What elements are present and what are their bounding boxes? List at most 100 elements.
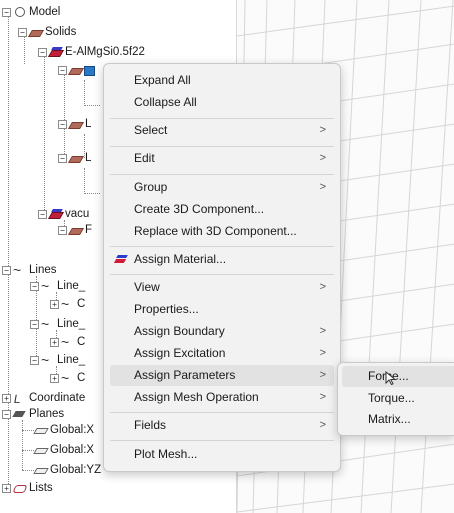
tree-item-label: Global:X [50, 424, 95, 436]
tree-item-label: Solids [45, 26, 77, 38]
line-icon [13, 262, 27, 278]
tree-item-solid-l1[interactable]: − L [58, 116, 91, 132]
tree-item-solids[interactable]: − Solids [18, 24, 76, 40]
collapse-toggle-icon[interactable]: − [2, 409, 11, 419]
tree-item-line-c-child[interactable]: + C [50, 370, 85, 386]
submenu-item-force[interactable]: Force... [342, 366, 454, 387]
tree-item-material[interactable]: − E-AlMgSi0.5f22 [38, 44, 145, 60]
collapse-toggle-icon[interactable]: − [58, 65, 67, 75]
expand-toggle-icon[interactable]: + [50, 299, 59, 309]
tree-connector [24, 36, 25, 64]
tree-item-lines[interactable]: − Lines [2, 262, 57, 278]
tree-connector [84, 105, 100, 106]
tree-connector [84, 168, 85, 194]
tree-item-lists[interactable]: + Lists [2, 480, 53, 496]
collapse-toggle-icon[interactable]: − [2, 265, 11, 275]
tree-item-line-b-child[interactable]: + C [50, 334, 85, 350]
tree-item-label: Line_ [57, 354, 86, 366]
collapse-toggle-icon[interactable]: − [58, 225, 67, 235]
tree-item-vacuum-child[interactable]: − F [58, 222, 92, 238]
submenu-arrow-icon: > [319, 181, 326, 193]
collapse-toggle-icon[interactable]: − [38, 47, 47, 57]
tree-item-line-a-child[interactable]: + C [50, 296, 85, 312]
menu-item-properties[interactable]: Properties... [110, 299, 334, 320]
tree-item-label: Model [29, 6, 61, 18]
submenu-item-matrix[interactable]: Matrix... [342, 409, 454, 430]
submenu-arrow-icon: > [319, 152, 326, 164]
menu-item-assign-boundary[interactable]: Assign Boundary > [110, 321, 334, 342]
menu-separator [110, 246, 334, 247]
solid-icon [69, 118, 83, 130]
collapse-toggle-icon[interactable]: − [38, 209, 47, 219]
tree-item-plane-x1[interactable]: Global:X [34, 422, 94, 438]
collapse-toggle-icon[interactable]: − [58, 153, 67, 163]
submenu-arrow-icon: > [319, 281, 326, 293]
menu-item-replace-3d-component[interactable]: Replace with 3D Component... [110, 221, 334, 242]
menu-item-group[interactable]: Group > [110, 177, 334, 198]
expand-toggle-icon[interactable]: + [2, 393, 11, 403]
mouse-pointer-icon [385, 371, 397, 385]
material-icon [49, 46, 63, 58]
menu-separator [110, 412, 334, 413]
model-icon [13, 6, 27, 18]
tree-connector [84, 193, 100, 194]
solid-icon [69, 224, 83, 236]
collapse-toggle-icon[interactable]: − [30, 355, 39, 365]
collapse-toggle-icon[interactable]: − [58, 119, 67, 129]
menu-item-edit[interactable]: Edit > [110, 148, 334, 169]
line-icon [61, 334, 75, 350]
tree-item-line-b[interactable]: − Line_ [30, 316, 85, 332]
tree-item-plane-x2[interactable]: Global:X [34, 442, 94, 458]
tree-item-label: Line_ [57, 280, 86, 292]
tree-item-line-a[interactable]: − Line_ [30, 278, 85, 294]
expand-toggle-icon[interactable]: + [50, 337, 59, 347]
menu-item-view[interactable]: View > [110, 277, 334, 298]
material-icon [115, 254, 127, 265]
submenu-arrow-icon: > [319, 124, 326, 136]
line-icon [41, 316, 55, 332]
expand-toggle-icon[interactable]: + [50, 373, 59, 383]
plane-icon [34, 424, 48, 436]
coordinate-system-icon [13, 392, 27, 404]
material-icon [49, 208, 63, 220]
menu-item-create-3d-component[interactable]: Create 3D Component... [110, 199, 334, 220]
menu-separator [110, 118, 334, 119]
collapse-toggle-icon[interactable]: − [30, 281, 39, 291]
tree-item-selected-solid[interactable]: − [58, 62, 97, 78]
tree-item-plane-yz[interactable]: Global:YZ [34, 462, 101, 478]
tree-item-vacuum[interactable]: − vacu [38, 206, 89, 222]
collapse-toggle-icon[interactable]: − [2, 7, 11, 17]
menu-item-fields[interactable]: Fields > [110, 415, 334, 436]
expand-toggle-icon[interactable]: + [2, 483, 11, 493]
menu-separator [110, 146, 334, 147]
collapse-toggle-icon[interactable]: − [30, 319, 39, 329]
menu-item-plot-mesh[interactable]: Plot Mesh... [110, 444, 334, 465]
tree-item-label: L [85, 152, 92, 164]
menu-item-assign-excitation[interactable]: Assign Excitation > [110, 343, 334, 364]
menu-item-assign-material[interactable]: Assign Material... [110, 249, 334, 270]
tree-item-label: vacu [65, 208, 90, 220]
menu-item-expand-all[interactable]: Expand All [110, 70, 334, 91]
menu-item-select[interactable]: Select > [110, 120, 334, 141]
tree-item-line-c[interactable]: − Line_ [30, 352, 85, 368]
submenu-item-torque[interactable]: Torque... [342, 388, 454, 409]
plane-icon [34, 464, 48, 476]
menu-item-collapse-all[interactable]: Collapse All [110, 92, 334, 113]
menu-item-assign-parameters[interactable]: Assign Parameters > [110, 365, 334, 386]
tree-item-coordinate[interactable]: + Coordinate [2, 390, 85, 406]
tree-connector [44, 56, 45, 218]
context-menu: Expand All Collapse All Select > Edit > … [103, 63, 341, 472]
tree-item-model[interactable]: − Model [2, 4, 60, 20]
collapse-toggle-icon[interactable]: − [18, 27, 27, 37]
tree-item-planes[interactable]: − Planes [2, 406, 64, 422]
tree-connector [22, 420, 23, 470]
menu-item-assign-mesh-operation[interactable]: Assign Mesh Operation > [110, 387, 334, 408]
planes-icon [13, 408, 27, 420]
tree-item-solid-l2[interactable]: − L [58, 150, 91, 166]
menu-separator [110, 174, 334, 175]
selected-object-icon [83, 64, 97, 76]
tree-item-label: L [85, 118, 92, 130]
solids-icon [29, 26, 43, 38]
line-icon [41, 278, 55, 294]
tree-item-label: Global:X [50, 444, 95, 456]
